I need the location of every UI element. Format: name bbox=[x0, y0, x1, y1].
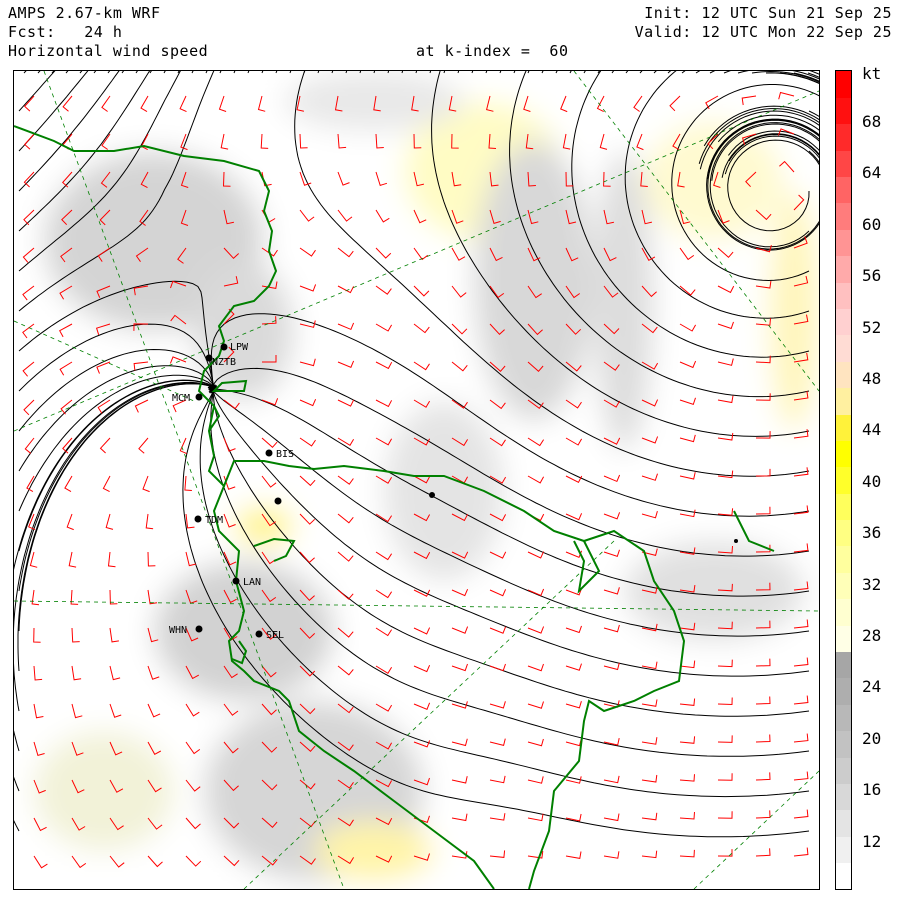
colorbar-swatch bbox=[836, 97, 851, 125]
colorbar-swatch bbox=[836, 308, 851, 336]
colorbar-tick-label: 40 bbox=[862, 471, 882, 491]
forecast-hour: Fcst: 24 h bbox=[8, 23, 123, 41]
field-name: Horizontal wind speed bbox=[8, 42, 209, 60]
colorbar-swatch bbox=[836, 783, 851, 811]
station-lpw-marker bbox=[220, 343, 228, 351]
station-lan-label: LAN bbox=[243, 577, 261, 588]
station-whn-marker bbox=[195, 625, 203, 633]
colorbar-tick-label: 64 bbox=[862, 163, 882, 183]
colorbar-swatch bbox=[836, 519, 851, 547]
colorbar-tick-label: 24 bbox=[862, 677, 882, 697]
station-marker bbox=[274, 497, 282, 505]
colorbar-swatch bbox=[836, 862, 851, 890]
colorbar-tick-label: 56 bbox=[862, 266, 882, 286]
station-lan-marker bbox=[232, 577, 240, 585]
colorbar-swatch bbox=[836, 414, 851, 441]
colorbar-swatch bbox=[836, 440, 851, 468]
colorbar-swatch bbox=[836, 625, 851, 652]
colorbar-tick-label: 28 bbox=[862, 626, 882, 645]
colorbar-swatch bbox=[836, 466, 851, 494]
wind-speed-shading bbox=[14, 71, 819, 889]
colorbar-swatch bbox=[836, 150, 851, 178]
colorbar-swatch bbox=[836, 282, 851, 309]
colorbar-swatch bbox=[836, 836, 851, 864]
station-bis-marker bbox=[265, 449, 273, 457]
colorbar-swatch bbox=[836, 176, 851, 204]
colorbar-swatch bbox=[836, 545, 851, 573]
colorbar-swatch bbox=[836, 229, 851, 257]
station-marker bbox=[429, 492, 435, 498]
station-lpw-label: LPW bbox=[230, 342, 249, 353]
vertical-level: at k-index = 60 bbox=[416, 42, 569, 60]
station-nztb-label: NZTB bbox=[212, 357, 236, 368]
colorbar bbox=[835, 70, 852, 890]
colorbar-swatch bbox=[836, 493, 851, 521]
station-mcm-marker bbox=[195, 393, 203, 401]
colorbar-swatch bbox=[836, 202, 851, 230]
colorbar-unit: kt bbox=[862, 64, 882, 83]
wind-map: LPW NZTB MCM BIS TDM LAN WHN SEL bbox=[13, 70, 820, 890]
colorbar-tick-label: 68 bbox=[862, 112, 882, 131]
station-tdm-marker bbox=[194, 515, 202, 523]
station-sel-marker bbox=[255, 630, 263, 638]
colorbar-tick-label: 20 bbox=[862, 728, 882, 748]
colorbar-tick-label: 16 bbox=[862, 780, 882, 800]
valid-time: Valid: 12 UTC Mon 22 Sep 25 bbox=[634, 23, 892, 41]
colorbar-swatch bbox=[836, 704, 851, 732]
station-bis-label: BIS bbox=[276, 449, 294, 460]
station-tdm-label: TDM bbox=[205, 515, 223, 526]
model-title: AMPS 2.67-km WRF bbox=[8, 4, 161, 22]
colorbar-tick-label: 36 bbox=[862, 523, 882, 543]
colorbar-swatch bbox=[836, 677, 851, 705]
colorbar-swatch bbox=[836, 123, 851, 151]
station-whn-label: WHN bbox=[169, 625, 187, 636]
colorbar-tick-label: 48 bbox=[862, 369, 882, 388]
init-time: Init: 12 UTC Sun 21 Sep 25 bbox=[644, 4, 892, 22]
colorbar-swatch bbox=[836, 651, 851, 679]
colorbar-swatch bbox=[836, 71, 851, 98]
colorbar-tick-label: 60 bbox=[862, 214, 882, 234]
colorbar-swatch bbox=[836, 809, 851, 837]
colorbar-tick-label: 52 bbox=[862, 317, 882, 337]
colorbar-swatch bbox=[836, 572, 851, 600]
colorbar-swatch bbox=[836, 255, 851, 283]
station-marker bbox=[734, 539, 738, 543]
colorbar-swatch bbox=[836, 334, 851, 362]
station-sel-label: SEL bbox=[266, 630, 284, 641]
colorbar-tick-label: 44 bbox=[862, 420, 882, 440]
station-mcm-label: MCM bbox=[172, 393, 190, 404]
colorbar-swatch bbox=[836, 387, 851, 415]
colorbar-swatch bbox=[836, 757, 851, 784]
colorbar-swatch bbox=[836, 361, 851, 389]
colorbar-swatch bbox=[836, 730, 851, 758]
colorbar-tick-label: 12 bbox=[862, 831, 882, 851]
colorbar-swatch bbox=[836, 598, 851, 626]
colorbar-tick-label: 32 bbox=[862, 574, 882, 594]
